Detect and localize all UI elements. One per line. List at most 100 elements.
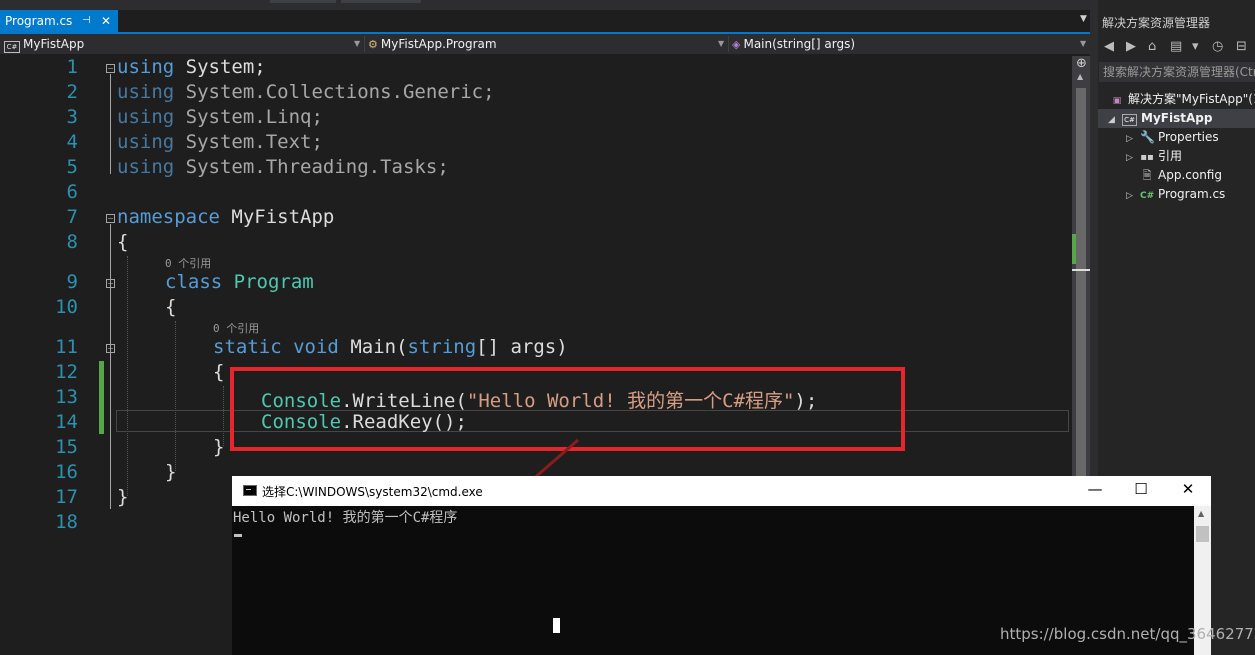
class-dropdown-label: MyFistApp.Program — [380, 37, 497, 51]
caret-position-marker — [1072, 269, 1090, 271]
csharp-file-icon: C# — [1140, 191, 1155, 201]
line-number: 4 — [66, 131, 78, 153]
collapse-icon[interactable]: − — [106, 344, 115, 353]
cmd-icon — [243, 485, 257, 496]
tab-overflow-icon[interactable]: ▼ — [1080, 14, 1087, 24]
code-line-16: } — [165, 461, 177, 483]
tree-item-program-cs[interactable]: ▷ C# Program.cs — [1126, 185, 1225, 204]
collapsed-icon[interactable]: ▷ — [1126, 149, 1140, 168]
forward-icon[interactable]: ▶ — [1126, 39, 1136, 54]
scrollbar-thumb[interactable] — [1076, 88, 1086, 494]
tree-item-properties[interactable]: ▷ 🔧 Properties — [1126, 128, 1219, 147]
solution-explorer-title: 解决方案资源管理器 — [1102, 16, 1211, 30]
line-number: 12 — [55, 361, 78, 383]
code-line-15: } — [213, 436, 225, 458]
line-number: 7 — [66, 206, 78, 228]
tree-project-label: MyFistApp — [1141, 111, 1213, 125]
tree-project[interactable]: ◢ C# MyFistApp — [1108, 109, 1212, 128]
code-line-17: } — [117, 486, 129, 508]
method-dropdown-label: Main(string[] args) — [743, 37, 856, 51]
line-number: 14 — [55, 411, 78, 433]
line-number: 11 — [55, 336, 78, 358]
csharp-project-icon: C# — [4, 41, 20, 53]
code-line-1: using System; — [117, 56, 266, 78]
codelens-references[interactable]: 0 个引用 — [165, 255, 211, 271]
collapse-icon[interactable]: − — [106, 214, 115, 223]
method-dropdown[interactable]: ◈ Main(string[] args) ▼ — [732, 34, 1088, 54]
expanded-icon[interactable]: ◢ — [1108, 111, 1122, 130]
close-button[interactable]: ✕ — [1173, 480, 1203, 498]
line-number: 8 — [66, 231, 78, 253]
tree-item-app-config[interactable]: 🗎 App.config — [1140, 166, 1222, 185]
close-icon[interactable]: ✕ — [101, 10, 111, 32]
project-dropdown-label: MyFistApp — [23, 37, 85, 51]
codelens-references[interactable]: 0 个引用 — [213, 320, 259, 336]
wrench-icon: 🔧 — [1140, 130, 1155, 144]
line-number: 13 — [55, 386, 78, 408]
watermark: https://blog.csdn.net/qq_36462772 — [1000, 625, 1255, 643]
tree-item-label: Properties — [1158, 130, 1219, 144]
collapse-icon[interactable]: − — [106, 279, 115, 288]
csharp-project-icon: C# — [1122, 114, 1137, 126]
line-number: 2 — [66, 81, 78, 103]
change-map-marker — [1072, 234, 1076, 264]
navigation-bar: C# MyFistApp ▼ ⚙ MyFistApp.Program ▼ ◈ Main… — [0, 34, 1090, 54]
scrollbar-thumb[interactable] — [1196, 526, 1209, 542]
console-cursor — [234, 534, 242, 537]
solution-explorer-search[interactable]: 搜索解决方案资源管理器(Ctrl+;) — [1099, 62, 1255, 82]
tab-title: Program.cs — [5, 14, 73, 28]
tree-solution[interactable]: ▣解决方案"MyFistApp"(1 个项目) — [1110, 90, 1255, 109]
line-number: 5 — [66, 156, 78, 178]
line-number: 16 — [55, 461, 78, 483]
references-icon: ▪▪ — [1140, 152, 1154, 163]
tree-item-references[interactable]: ▷ ▪▪ 引用 — [1126, 147, 1182, 166]
console-title: 选择C:\WINDOWS\system32\cmd.exe — [262, 485, 483, 499]
indent-guide — [127, 256, 128, 496]
class-icon: ⚙ — [368, 38, 378, 51]
scroll-up-icon[interactable]: ▲ — [1077, 72, 1083, 81]
window-top-strip — [0, 0, 1098, 10]
line-number: 15 — [55, 436, 78, 458]
code-line-12: { — [213, 361, 225, 383]
indent-guide — [175, 321, 176, 471]
minimize-button[interactable]: — — [1080, 480, 1110, 498]
code-line-2: using System.Collections.Generic; — [117, 81, 495, 103]
solution-explorer-toolbar: ◀ ▶ ⌂ ▤ ▾ ◷ ⊟ — [1098, 36, 1255, 60]
console-title-bar[interactable]: 选择C:\WINDOWS\system32\cmd.exe — ☐ ✕ — [232, 476, 1211, 506]
line-number: 1 — [66, 56, 78, 78]
collapse-all-icon[interactable]: ⊟ — [1236, 39, 1247, 54]
outline-line — [110, 74, 111, 174]
outline-line — [110, 224, 111, 509]
code-line-5: using System.Threading.Tasks; — [117, 156, 449, 178]
maximize-button[interactable]: ☐ — [1126, 480, 1156, 498]
project-dropdown[interactable]: C# MyFistApp ▼ — [4, 34, 362, 54]
pin-icon[interactable]: ⊣ — [82, 10, 91, 32]
code-line-4: using System.Text; — [117, 131, 323, 153]
console-output-line: Hello World! 我的第一个C#程序 — [233, 510, 458, 526]
class-dropdown[interactable]: ⚙ MyFistApp.Program ▼ — [368, 34, 726, 54]
back-icon[interactable]: ◀ — [1104, 39, 1114, 54]
code-line-9: class Program — [165, 271, 314, 293]
collapse-icon[interactable]: − — [106, 64, 115, 73]
method-icon: ◈ — [732, 38, 741, 51]
collapsed-icon[interactable]: ▷ — [1126, 187, 1140, 206]
tab-program-cs[interactable]: Program.cs ⊣ ✕ — [0, 10, 118, 32]
code-line-3: using System.Linq; — [117, 106, 323, 128]
code-line-11: static void Main(string[] args) — [213, 336, 568, 358]
code-line-8: { — [117, 231, 129, 253]
dropdown-icon[interactable]: ▾ — [1192, 39, 1199, 54]
chevron-down-icon: ▼ — [1080, 39, 1087, 48]
line-number: 6 — [66, 181, 78, 203]
tree-item-label: Program.cs — [1158, 187, 1226, 201]
config-file-icon: 🗎 — [1142, 169, 1152, 182]
scroll-up-icon[interactable]: ▲ — [1198, 509, 1204, 518]
sync-view-icon[interactable]: ▤ — [1170, 39, 1182, 54]
line-number: 3 — [66, 106, 78, 128]
home-icon[interactable]: ⌂ — [1148, 39, 1156, 54]
history-icon[interactable]: ◷ — [1212, 39, 1223, 54]
code-line-7: namespace MyFistApp — [117, 206, 335, 228]
mouse-caret — [553, 618, 560, 633]
navbar-separator — [728, 36, 729, 52]
split-icon[interactable]: ⊕ — [1076, 56, 1087, 71]
line-number: 17 — [55, 486, 78, 508]
